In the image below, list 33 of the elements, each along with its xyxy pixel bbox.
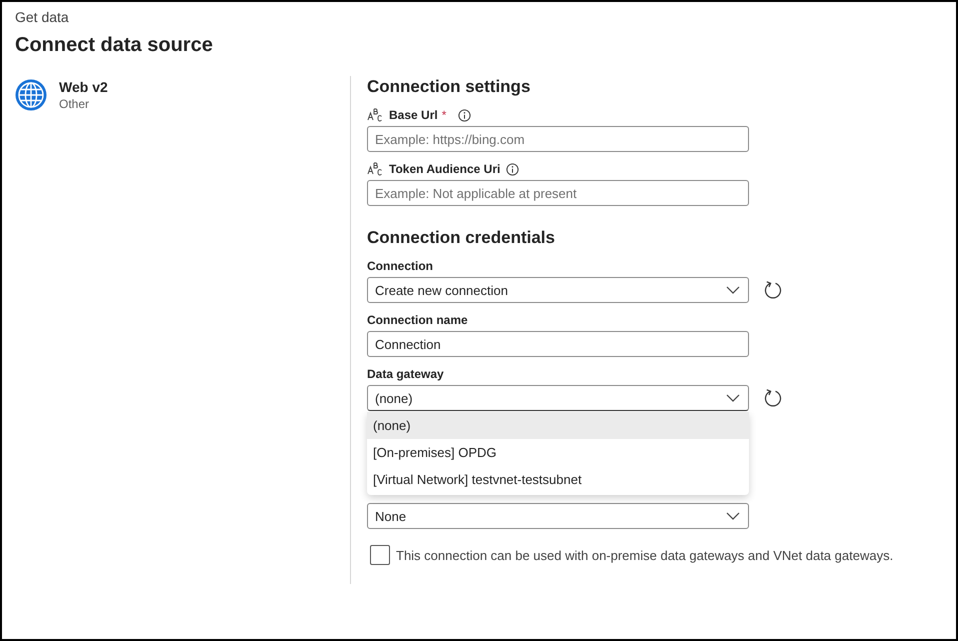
chevron-down-icon <box>726 286 740 294</box>
checkbox[interactable] <box>370 545 390 565</box>
field-label: Data gateway <box>367 366 444 382</box>
dropdown-option[interactable]: [Virtual Network] testvnet-testsubnet <box>367 466 749 493</box>
refresh-icon[interactable] <box>763 280 783 300</box>
input-field[interactable]: Example: https://bing.com <box>367 126 749 152</box>
field-label: Base Url <box>389 107 438 123</box>
info-icon[interactable] <box>506 162 520 176</box>
dropdown[interactable]: None <box>367 503 749 529</box>
required-mark: * <box>442 108 446 122</box>
source-name: Web v2 <box>59 79 108 96</box>
globe-icon <box>15 79 47 111</box>
breadcrumb: Get data <box>15 8 70 26</box>
info-icon[interactable] <box>458 108 472 122</box>
text-type-icon <box>367 162 383 176</box>
chevron-down-icon <box>726 512 740 520</box>
section-heading: Connection credentials <box>367 227 556 249</box>
field-label: Connection <box>367 258 433 274</box>
refresh-icon[interactable] <box>763 388 783 408</box>
section-heading: Connection settings <box>367 76 532 98</box>
field-label: Connection name <box>367 312 468 328</box>
chevron-down-icon <box>726 394 740 402</box>
dropdown[interactable]: Create new connection <box>367 277 749 303</box>
input-field[interactable]: Connection <box>367 331 749 357</box>
input-field[interactable]: Example: Not applicable at present <box>367 180 749 206</box>
field-label: Token Audience Uri <box>389 161 500 177</box>
text-type-icon <box>367 108 383 122</box>
checkbox-label: This connection can be used with on-premise data gateways and VNet data gateways. <box>396 548 894 562</box>
dropdown-option[interactable]: [On-premises] OPDG <box>367 439 749 466</box>
page-title: Connect data source <box>15 33 214 58</box>
dropdown[interactable]: (none) <box>367 385 749 411</box>
source-category: Other <box>59 96 90 113</box>
dropdown-option[interactable]: (none) <box>367 412 749 439</box>
